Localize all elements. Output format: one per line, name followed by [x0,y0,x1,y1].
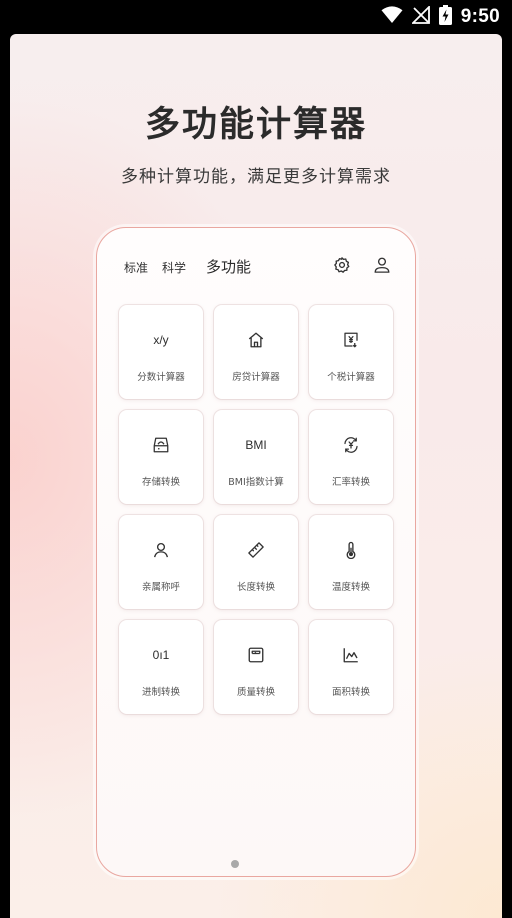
tool-label: 长度转换 [236,582,275,593]
binary-icon: 0ı1 [119,644,203,666]
person-icon [119,539,203,561]
scale-icon [214,644,298,666]
tool-mortgage-calculator[interactable]: 房贷计算器 [214,305,298,399]
tool-relative-names[interactable]: 亲属称呼 [119,515,203,609]
tool-base-conversion[interactable]: 0ı1 进制转换 [119,620,203,714]
tool-label: 温度转换 [331,582,370,593]
fraction-icon: x/y [119,329,203,351]
bmi-icon-text: BMI [245,438,267,452]
promo-title: 多功能计算器 [144,105,367,145]
tool-length-conversion[interactable]: 长度转换 [214,515,298,609]
tool-label: 个税计算器 [327,372,375,383]
tool-label: 质量转换 [236,687,275,698]
header-actions [333,256,391,274]
no-signal-icon [410,4,430,28]
tool-label: 汇率转换 [331,477,370,488]
house-icon [214,329,298,351]
tool-label: 房贷计算器 [232,372,280,383]
tool-mass-conversion[interactable]: 质量转换 [214,620,298,714]
area-chart-icon [309,644,393,666]
thermometer-icon [309,539,393,561]
ruler-icon [214,539,298,561]
settings-icon[interactable] [333,256,351,274]
page-indicator [231,860,239,868]
bmi-icon: BMI [214,434,298,456]
screen: 9:50 多功能计算器 多种计算功能，满足更多计算需求 标准 科学 多功能 x/… [0,0,512,918]
storage-icon [119,434,203,456]
tool-label: 面积转换 [331,687,370,698]
tab-scientific[interactable]: 科学 [162,259,186,276]
tool-label: 分数计算器 [137,372,185,383]
tool-storage-conversion[interactable]: 存储转换 [119,410,203,504]
tools-grid: x/y 分数计算器 房贷计算器 个税计算器 存储转换 BMI BMI指数计算 汇… [119,305,393,714]
promo-subtitle: 多种计算功能，满足更多计算需求 [121,167,391,187]
wifi-icon [381,6,403,28]
battery-charging-icon [438,5,452,29]
tool-label: BMI指数计算 [228,477,284,488]
tool-exchange-rate[interactable]: 汇率转换 [309,410,393,504]
promo-card: 多功能计算器 多种计算功能，满足更多计算需求 标准 科学 多功能 x/y 分数计… [10,34,502,918]
tool-label: 进制转换 [141,687,180,698]
tool-area-conversion[interactable]: 面积转换 [309,620,393,714]
status-icons: 9:50 [381,4,500,29]
binary-icon-text: 0ı1 [152,648,170,662]
phone-mockup: 标准 科学 多功能 x/y 分数计算器 房贷计算器 个税计算器 存储转换 BMI… [96,227,416,877]
tax-icon [309,329,393,351]
tab-standard[interactable]: 标准 [124,259,148,276]
tool-income-tax-calculator[interactable]: 个税计算器 [309,305,393,399]
tool-temperature-conversion[interactable]: 温度转换 [309,515,393,609]
exchange-icon [309,434,393,456]
tool-label: 存储转换 [141,477,180,488]
user-icon[interactable] [373,256,391,274]
tool-bmi-calculator[interactable]: BMI BMI指数计算 [214,410,298,504]
status-bar: 9:50 [0,0,512,34]
tab-multifunction[interactable]: 多功能 [206,256,251,277]
status-time: 9:50 [460,6,500,27]
tool-label: 亲属称呼 [141,582,180,593]
tool-fraction-calculator[interactable]: x/y 分数计算器 [119,305,203,399]
mode-tabs: 标准 科学 多功能 [124,256,251,280]
fraction-icon-text: x/y [153,333,169,347]
